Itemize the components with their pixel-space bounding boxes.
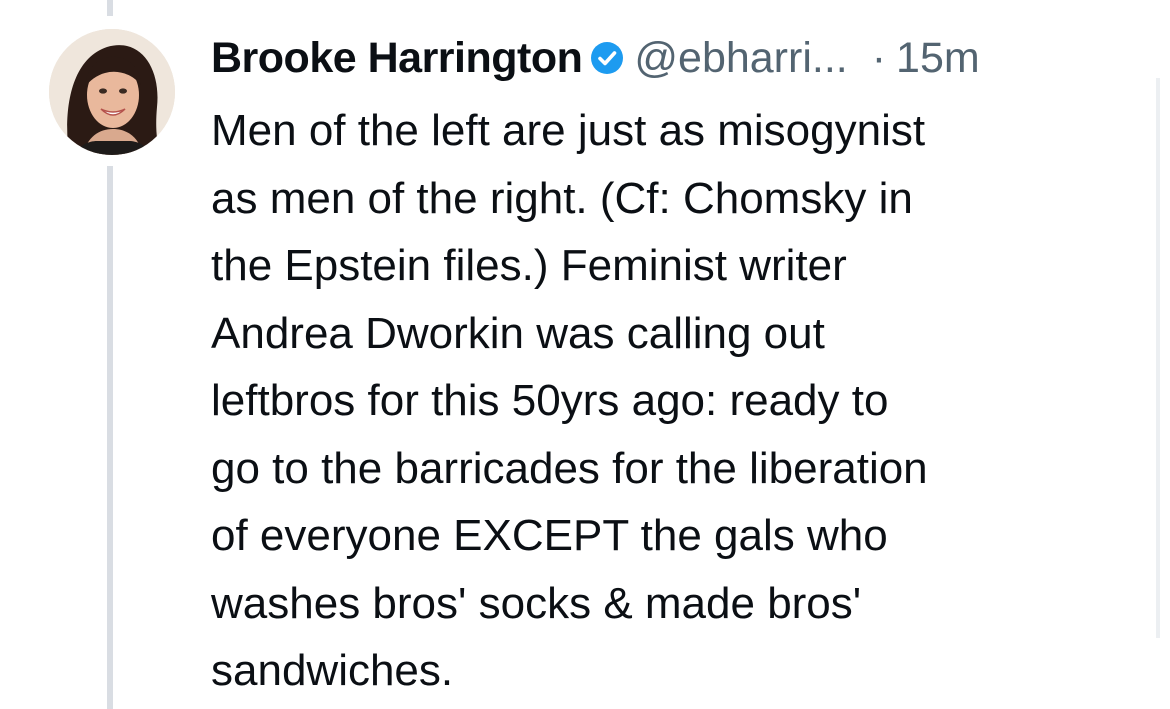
post-header: Brooke Harrington @ebharri... · 15m [211,28,1151,88]
author-display-name[interactable]: Brooke Harrington [211,34,583,83]
verified-badge-icon [590,41,624,75]
post-text: Men of the left are just as misogynist a… [211,106,928,695]
scrollbar-track [1156,78,1160,638]
thread-line-bottom [107,166,113,709]
post-body: Brooke Harrington @ebharri... · 15m Men … [211,28,1151,705]
post-timestamp[interactable]: 15m [896,34,980,83]
avatar[interactable] [49,29,175,155]
thread-line-top [107,0,113,16]
separator-dot: · [871,33,887,82]
author-handle[interactable]: @ebharri... [634,34,847,83]
profile-photo-icon [49,29,175,155]
